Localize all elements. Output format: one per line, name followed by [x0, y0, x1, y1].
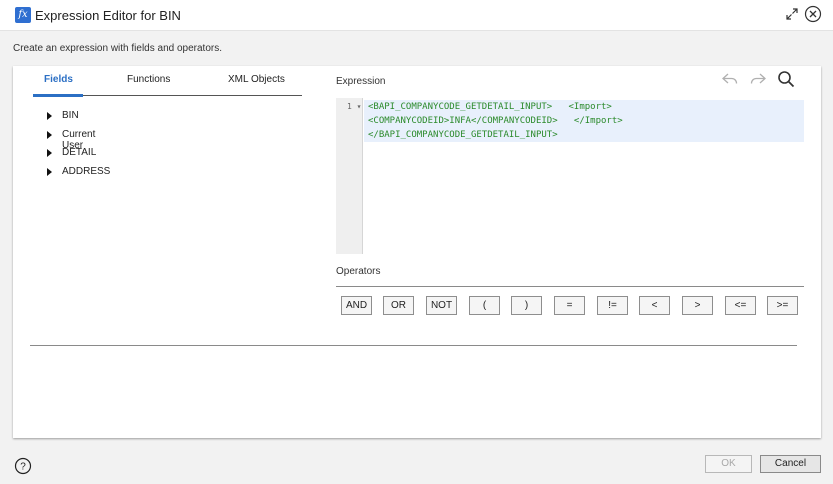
expression-label: Expression: [336, 76, 386, 87]
caret-right-icon[interactable]: [47, 149, 52, 157]
divider: [336, 286, 804, 287]
operator-equals-button[interactable]: =: [554, 296, 585, 315]
tree-item-label: DETAIL: [62, 147, 97, 158]
operator-open-paren-button[interactable]: (: [469, 296, 500, 315]
operator-greater-equal-button[interactable]: >=: [767, 296, 798, 315]
active-tab-indicator: [33, 94, 83, 97]
code-line[interactable]: <BAPI_COMPANYCODE_GETDETAIL_INPUT> <Impo…: [364, 100, 804, 114]
operator-close-paren-button[interactable]: ): [511, 296, 542, 315]
help-icon[interactable]: ?: [14, 457, 32, 475]
tree-item-label: BIN: [62, 110, 79, 121]
line-number: 1 ▾: [347, 102, 362, 111]
search-icon[interactable]: [776, 69, 796, 89]
tab-fields[interactable]: Fields: [44, 74, 73, 85]
line-number-gutter: 1 ▾: [336, 98, 363, 254]
tab-xml-objects[interactable]: XML Objects: [228, 74, 285, 85]
code-line[interactable]: <COMPANYCODEID>INFA</COMPANYCODEID> </Im…: [364, 114, 804, 128]
operator-greater-than-button[interactable]: >: [682, 296, 713, 315]
dialog-subtitle: Create an expression with fields and ope…: [13, 43, 223, 54]
operator-or-button[interactable]: OR: [383, 296, 414, 315]
operator-less-equal-button[interactable]: <=: [725, 296, 756, 315]
caret-right-icon[interactable]: [47, 167, 52, 176]
code-line[interactable]: </BAPI_COMPANYCODE_GETDETAIL_INPUT>: [364, 128, 804, 142]
redo-icon[interactable]: [749, 70, 767, 88]
operator-not-equals-button[interactable]: !=: [597, 296, 628, 315]
operator-not-button[interactable]: NOT: [426, 296, 457, 315]
operators-label: Operators: [336, 266, 381, 277]
code-highlight: <BAPI_COMPANYCODE_GETDETAIL_INPUT> <Impo…: [364, 100, 804, 142]
tree-item-label: ADDRESS: [62, 165, 111, 177]
tab-functions[interactable]: Functions: [127, 74, 170, 85]
caret-right-icon[interactable]: [47, 112, 52, 120]
tab-bar: Fields Functions XML Objects: [33, 74, 302, 97]
divider: [30, 345, 797, 346]
editor-panel: Fields Functions XML Objects BIN Current…: [13, 66, 821, 438]
fx-icon: fx: [15, 7, 31, 23]
cancel-button[interactable]: Cancel: [760, 455, 821, 473]
undo-icon[interactable]: [721, 70, 739, 88]
ok-button[interactable]: OK: [705, 455, 752, 473]
expand-icon[interactable]: [784, 6, 800, 22]
caret-right-icon[interactable]: [47, 130, 52, 139]
operator-less-than-button[interactable]: <: [639, 296, 670, 315]
window-title: Expression Editor for BIN: [35, 8, 181, 23]
expression-editor[interactable]: 1 ▾ <BAPI_COMPANYCODE_GETDETAIL_INPUT> <…: [336, 98, 804, 254]
title-bar: fx Expression Editor for BIN: [0, 0, 833, 31]
operator-and-button[interactable]: AND: [341, 296, 372, 315]
close-icon[interactable]: [804, 5, 822, 23]
svg-text:?: ?: [20, 462, 26, 473]
